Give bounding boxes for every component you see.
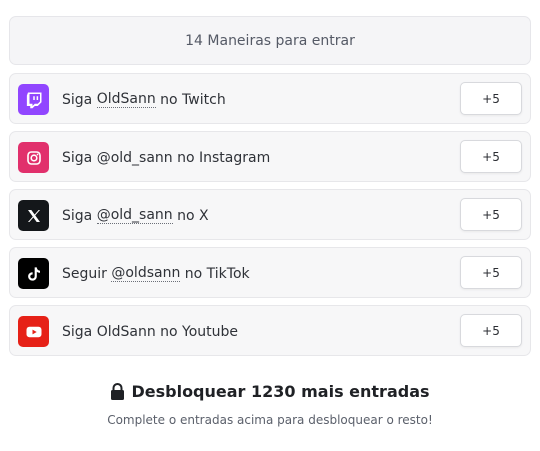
entry-tiktok-label: Seguir @oldsann no TikTok	[62, 248, 250, 299]
entry-methods-title: 14 Maneiras para entrar	[185, 32, 355, 49]
entry-tiktok-prefix: Seguir	[62, 265, 112, 282]
entry-x-label: Siga @old_sann no X	[62, 190, 209, 241]
entry-instagram[interactable]: Siga @old_sann no Instagram +5	[9, 131, 531, 182]
instagram-icon	[18, 142, 49, 173]
entry-twitch[interactable]: Siga OldSann no Twitch +5	[9, 73, 531, 124]
entry-tiktok-points-button[interactable]: +5	[460, 256, 522, 289]
entry-twitch-handle[interactable]: OldSann	[96, 91, 156, 108]
lock-icon	[110, 382, 125, 400]
unlock-subtitle: Complete o entradas acima para desbloque…	[107, 413, 433, 427]
entry-instagram-label: Siga @old_sann no Instagram	[62, 132, 270, 183]
entry-x-handle[interactable]: @old_sann	[96, 207, 173, 224]
unlock-heading: Desbloquear 1230 mais entradas	[0, 378, 540, 404]
twitch-icon	[18, 84, 49, 115]
entry-twitch-label: Siga OldSann no Twitch	[62, 74, 226, 125]
x-icon	[18, 200, 49, 231]
youtube-icon	[18, 316, 49, 347]
entry-instagram-points-button[interactable]: +5	[460, 140, 522, 173]
entry-twitch-prefix: Siga	[62, 91, 97, 108]
entry-tiktok-suffix: no TikTok	[180, 265, 250, 282]
entry-x-suffix: no X	[172, 207, 209, 224]
entry-tiktok-handle[interactable]: @oldsann	[111, 265, 181, 282]
entry-twitch-suffix: no Twitch	[155, 91, 226, 108]
entry-methods-header: 14 Maneiras para entrar	[9, 16, 531, 65]
entry-youtube-text: Siga OldSann no Youtube	[62, 323, 239, 340]
tiktok-icon	[18, 258, 49, 289]
entry-youtube[interactable]: Siga OldSann no Youtube +5	[9, 305, 531, 356]
entry-youtube-label: Siga OldSann no Youtube	[62, 306, 238, 357]
entry-instagram-text: Siga @old_sann no Instagram	[62, 149, 271, 166]
entry-youtube-points-button[interactable]: +5	[460, 314, 522, 347]
entry-tiktok[interactable]: Seguir @oldsann no TikTok +5	[9, 247, 531, 298]
entry-x-points-button[interactable]: +5	[460, 198, 522, 231]
entry-x[interactable]: Siga @old_sann no X +5	[9, 189, 531, 240]
unlock-title: Desbloquear 1230 mais entradas	[131, 381, 430, 401]
entry-x-prefix: Siga	[62, 207, 97, 224]
entry-twitch-points-button[interactable]: +5	[460, 82, 522, 115]
